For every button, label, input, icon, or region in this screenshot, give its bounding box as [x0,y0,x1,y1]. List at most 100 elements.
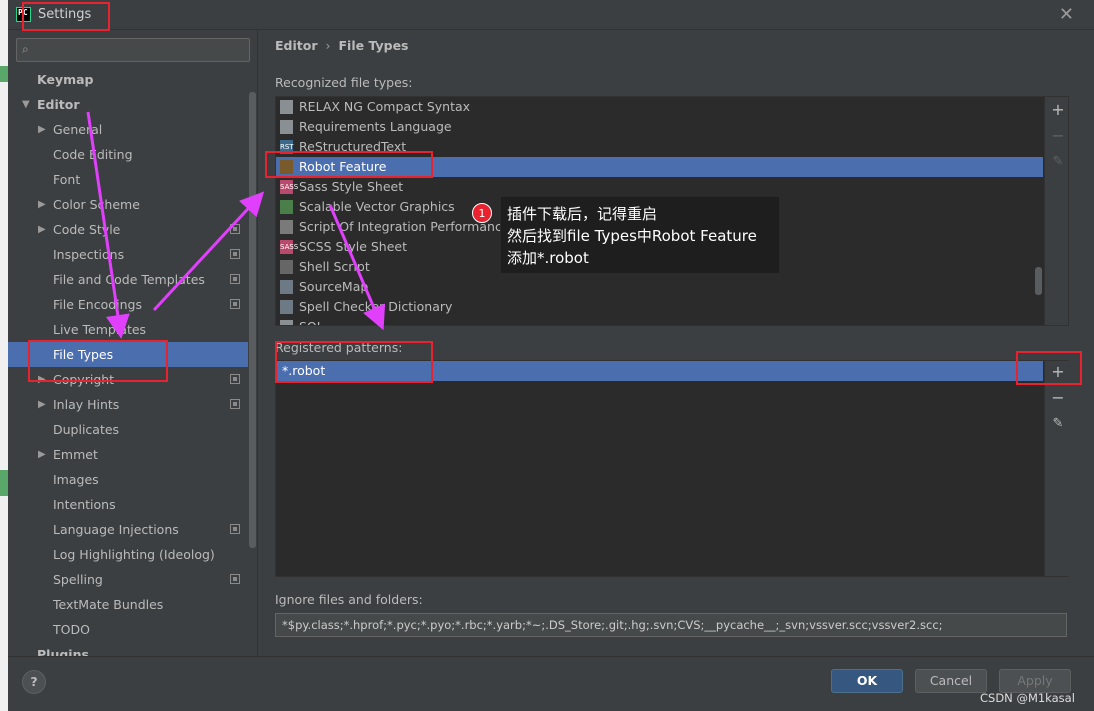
breadcrumb-chevron-icon: › [325,38,331,53]
project-scope-icon [230,274,240,284]
settings-dialog: PC Settings ✕ ⌕ Keymap ▼ Editor ▶ General Cod… [8,0,1094,711]
sidebar-item[interactable]: TODO [8,617,248,642]
project-scope-icon [230,374,240,384]
sidebar-item-label: Emmet [53,447,98,462]
sidebar-item[interactable]: ▶ Code Style [8,217,248,242]
callout-line: 添加*.robot [507,249,589,267]
annotation-callout: 插件下载后，记得重启 然后找到file Types中Robot Feature … [500,196,780,274]
file-type-label: RELAX NG Compact Syntax [299,99,471,114]
sidebar-item-label: Live Templates [53,322,147,337]
project-scope-icon [230,399,240,409]
sidebar-item[interactable]: Inspections [8,242,248,267]
file-type-label: Shell Script [299,259,370,274]
annotation-box-robot-feature [265,151,433,178]
callout-line: 插件下载后，记得重启 [507,205,658,223]
sidebar-item-label: Duplicates [53,422,120,437]
sidebar-item-label: Images [53,472,99,487]
expand-arrow-icon[interactable]: ▼ [22,92,30,117]
sidebar-item[interactable]: Intentions [8,492,248,517]
file-type-row[interactable]: SourceMap [276,277,1043,297]
scss-icon: SASS [280,240,298,254]
file-type-row[interactable]: Requirements Language [276,117,1043,137]
sass-icon: SASS [280,180,298,194]
background-window-strip [0,0,8,711]
add-file-type-button[interactable]: + [1049,101,1067,119]
file-type-label: SQL [299,317,324,325]
sidebar-item[interactable]: ▶ Emmet [8,442,248,467]
sidebar-item-label: Plugins [37,647,89,656]
patterns-toolbar: + − ✎ [1044,361,1069,576]
sidebar-item-label: Inlay Hints [53,397,120,412]
ok-button[interactable]: OK [831,669,903,693]
sidebar-item[interactable]: Log Highlighting (Ideolog) [8,542,248,567]
doc-icon [280,100,293,114]
sidebar-item[interactable]: File and Code Templates [8,267,248,292]
sidebar-item[interactable]: ▶ Color Scheme [8,192,248,217]
recognized-file-types-label: Recognized file types: [275,75,413,90]
annotation-box-add-button [1016,351,1082,385]
sidebar-item-label: Font [53,172,81,187]
title-bar: PC Settings ✕ [8,0,1094,30]
sidebar-item[interactable]: ▶ Inlay Hints [8,392,248,417]
sidebar-item[interactable]: Plugins [8,642,248,656]
project-scope-icon [230,524,240,534]
settings-search-input[interactable]: ⌕ [16,38,250,62]
file-type-row[interactable]: SASS Sass Style Sheet [276,177,1043,197]
cancel-button[interactable]: Cancel [915,669,987,693]
file-type-row[interactable]: RELAX NG Compact Syntax [276,97,1043,117]
remove-pattern-button[interactable]: − [1049,389,1067,407]
sidebar-item[interactable]: Live Templates [8,317,248,342]
collapse-arrow-icon[interactable]: ▶ [38,442,46,467]
breadcrumb-current: File Types [338,38,409,53]
file-type-label: SCSS Style Sheet [299,239,408,254]
file-type-row[interactable]: SQL [276,317,1043,325]
breadcrumb: Editor › File Types [275,38,409,53]
sidebar-item[interactable]: Language Injections [8,517,248,542]
file-type-label: Sass Style Sheet [299,179,404,194]
sidebar-item[interactable]: Keymap [8,67,248,92]
sidebar-item[interactable]: Font [8,167,248,192]
sidebar-item[interactable]: ▼ Editor [8,92,248,117]
sidebar-scrollbar[interactable] [249,92,256,548]
close-icon[interactable]: ✕ [1059,4,1074,25]
file-type-label: SourceMap [299,279,369,294]
sidebar-item[interactable]: File Encodings [8,292,248,317]
annotation-step-badge: 1 [472,203,492,223]
file-type-row[interactable]: Spell Checker Dictionary [276,297,1043,317]
collapse-arrow-icon[interactable]: ▶ [38,392,46,417]
collapse-arrow-icon[interactable]: ▶ [38,192,46,217]
remove-file-type-button[interactable]: − [1049,127,1067,145]
sidebar-item[interactable]: Images [8,467,248,492]
callout-line: 然后找到file Types中Robot Feature [507,227,757,245]
sidebar-item-label: File Encodings [53,297,143,312]
annotation-box-title [22,2,110,31]
list-scrollbar[interactable] [1035,267,1042,295]
file-type-label: Spell Checker Dictionary [299,299,453,314]
ignore-files-label: Ignore files and folders: [275,592,423,607]
sidebar-item-label: Code Style [53,222,121,237]
help-button[interactable]: ? [22,670,46,694]
sidebar-item-label: Spelling [53,572,103,587]
sidebar-item[interactable]: Code Editing [8,142,248,167]
doc-icon [280,120,293,134]
sidebar-item[interactable]: TextMate Bundles [8,592,248,617]
sidebar-item-label: TODO [53,622,90,637]
file-type-label: Scalable Vector Graphics [299,199,455,214]
background-green-mark [0,66,8,82]
registered-patterns-list[interactable]: *.robot + − ✎ [275,360,1069,577]
ignore-files-input[interactable]: *$py.class;*.hprof;*.pyc;*.pyo;*.rbc;*.y… [275,613,1067,637]
edit-pattern-button[interactable]: ✎ [1049,415,1067,433]
edit-file-type-button[interactable]: ✎ [1049,153,1067,171]
sidebar-item[interactable]: Spelling [8,567,248,592]
apply-button[interactable]: Apply [999,669,1071,693]
project-scope-icon [230,574,240,584]
sidebar-item[interactable]: ▶ General [8,117,248,142]
sidebar-item-label: Intentions [53,497,116,512]
sidebar-item-label: Editor [37,97,80,112]
collapse-arrow-icon[interactable]: ▶ [38,217,46,242]
sidebar-item[interactable]: Duplicates [8,417,248,442]
breadcrumb-editor[interactable]: Editor [275,38,318,53]
svg-icon [280,200,293,214]
map-icon [280,280,293,294]
collapse-arrow-icon[interactable]: ▶ [38,117,46,142]
